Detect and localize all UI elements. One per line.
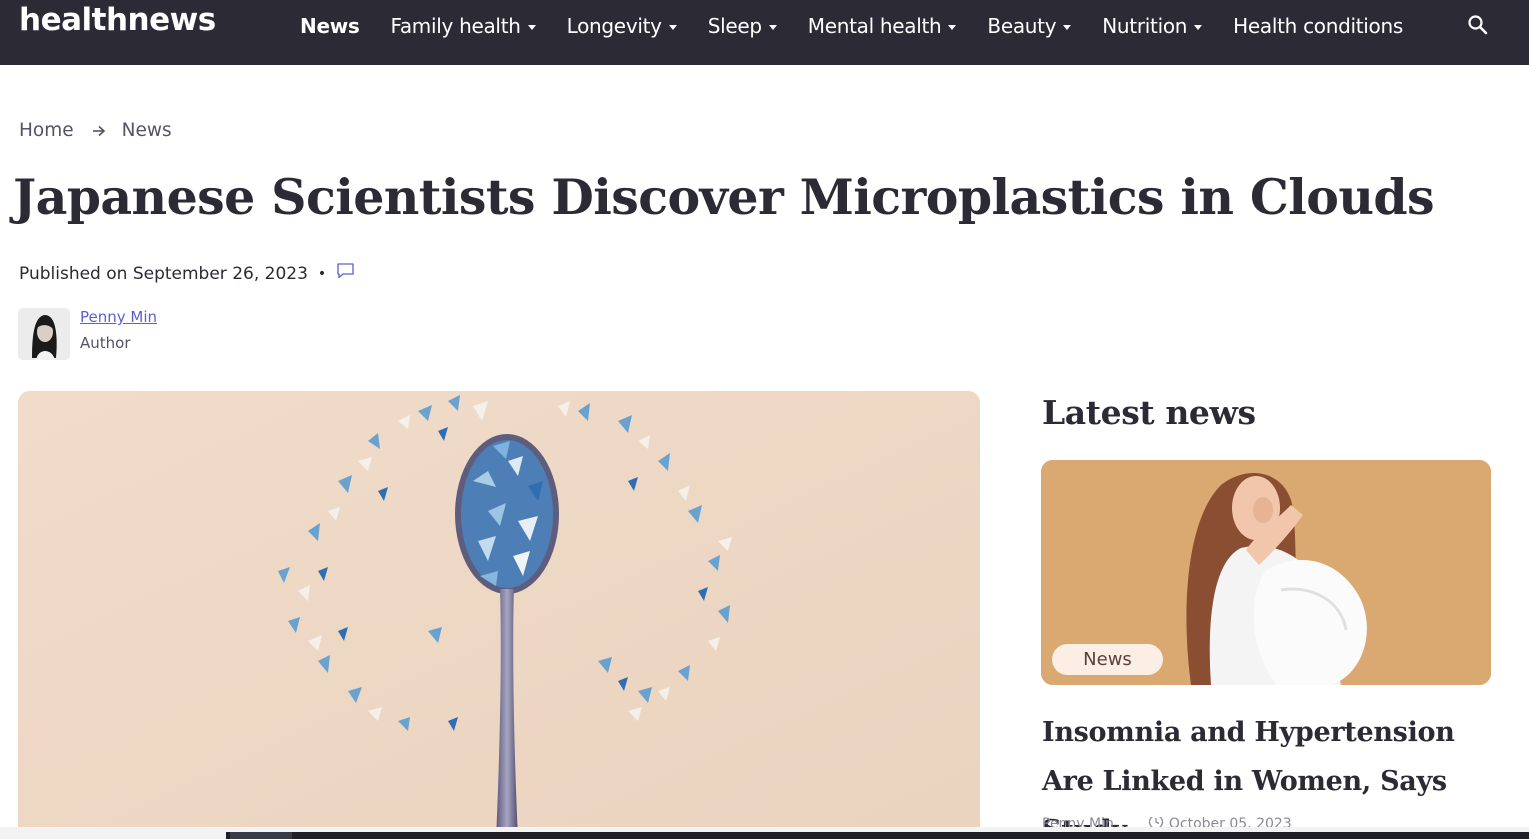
breadcrumb-home[interactable]: Home	[19, 120, 74, 141]
author-info: Penny Min Author	[80, 308, 157, 352]
comment-icon[interactable]	[336, 262, 355, 285]
breadcrumb: Home News	[19, 120, 172, 141]
nav-item-longevity[interactable]: Longevity	[567, 14, 677, 38]
caret-down-icon	[1194, 25, 1203, 30]
caret-down-icon	[527, 25, 536, 30]
search-icon[interactable]	[1466, 13, 1490, 37]
nav-item-label: News	[300, 14, 360, 38]
caret-down-icon	[948, 25, 957, 30]
nav-item-news[interactable]: News	[300, 14, 360, 38]
author-name-link[interactable]: Penny Min	[80, 308, 157, 326]
caret-down-icon	[768, 25, 777, 30]
site-logo[interactable]: healthnews	[19, 2, 216, 38]
top-navigation-bar: healthnews News Family health Longevity …	[0, 0, 1529, 65]
latest-news-card-image[interactable]: News	[1041, 460, 1491, 685]
nav-item-beauty[interactable]: Beauty	[987, 14, 1072, 38]
nav-item-nutrition[interactable]: Nutrition	[1102, 14, 1203, 38]
nav-item-sleep[interactable]: Sleep	[708, 14, 777, 38]
publish-date: Published on September 26, 2023	[19, 263, 308, 284]
nav-item-label: Sleep	[707, 14, 762, 38]
taskbar-item[interactable]	[230, 832, 292, 839]
breadcrumb-current[interactable]: News	[122, 120, 172, 141]
nav-item-label: Family health	[390, 14, 521, 38]
nav-item-family-health[interactable]: Family health	[390, 14, 536, 38]
nav-item-label: Mental health	[807, 14, 942, 38]
author-role: Author	[80, 334, 131, 352]
author-block: Penny Min Author	[18, 308, 157, 360]
meta-separator: •	[317, 265, 327, 282]
nav-item-label: Nutrition	[1102, 14, 1188, 38]
nav-item-label: Beauty	[987, 14, 1057, 38]
caret-down-icon	[668, 25, 677, 30]
category-badge[interactable]: News	[1052, 644, 1163, 675]
arrow-right-icon	[92, 125, 106, 137]
article-hero-image	[18, 391, 980, 839]
nav-item-health-conditions[interactable]: Health conditions	[1233, 14, 1403, 38]
main-nav: News Family health Longevity Sleep Menta…	[300, 0, 1434, 52]
article-title: Japanese Scientists Discover Microplasti…	[13, 168, 1435, 226]
taskbar	[226, 832, 1529, 839]
latest-news-heading: Latest news	[1042, 393, 1256, 432]
nav-item-mental-health[interactable]: Mental health	[808, 14, 957, 38]
nav-item-label: Health conditions	[1233, 14, 1403, 38]
article-meta: Published on September 26, 2023 •	[19, 262, 355, 285]
nav-item-label: Longevity	[566, 14, 662, 38]
caret-down-icon	[1063, 25, 1072, 30]
avatar[interactable]	[18, 308, 70, 360]
